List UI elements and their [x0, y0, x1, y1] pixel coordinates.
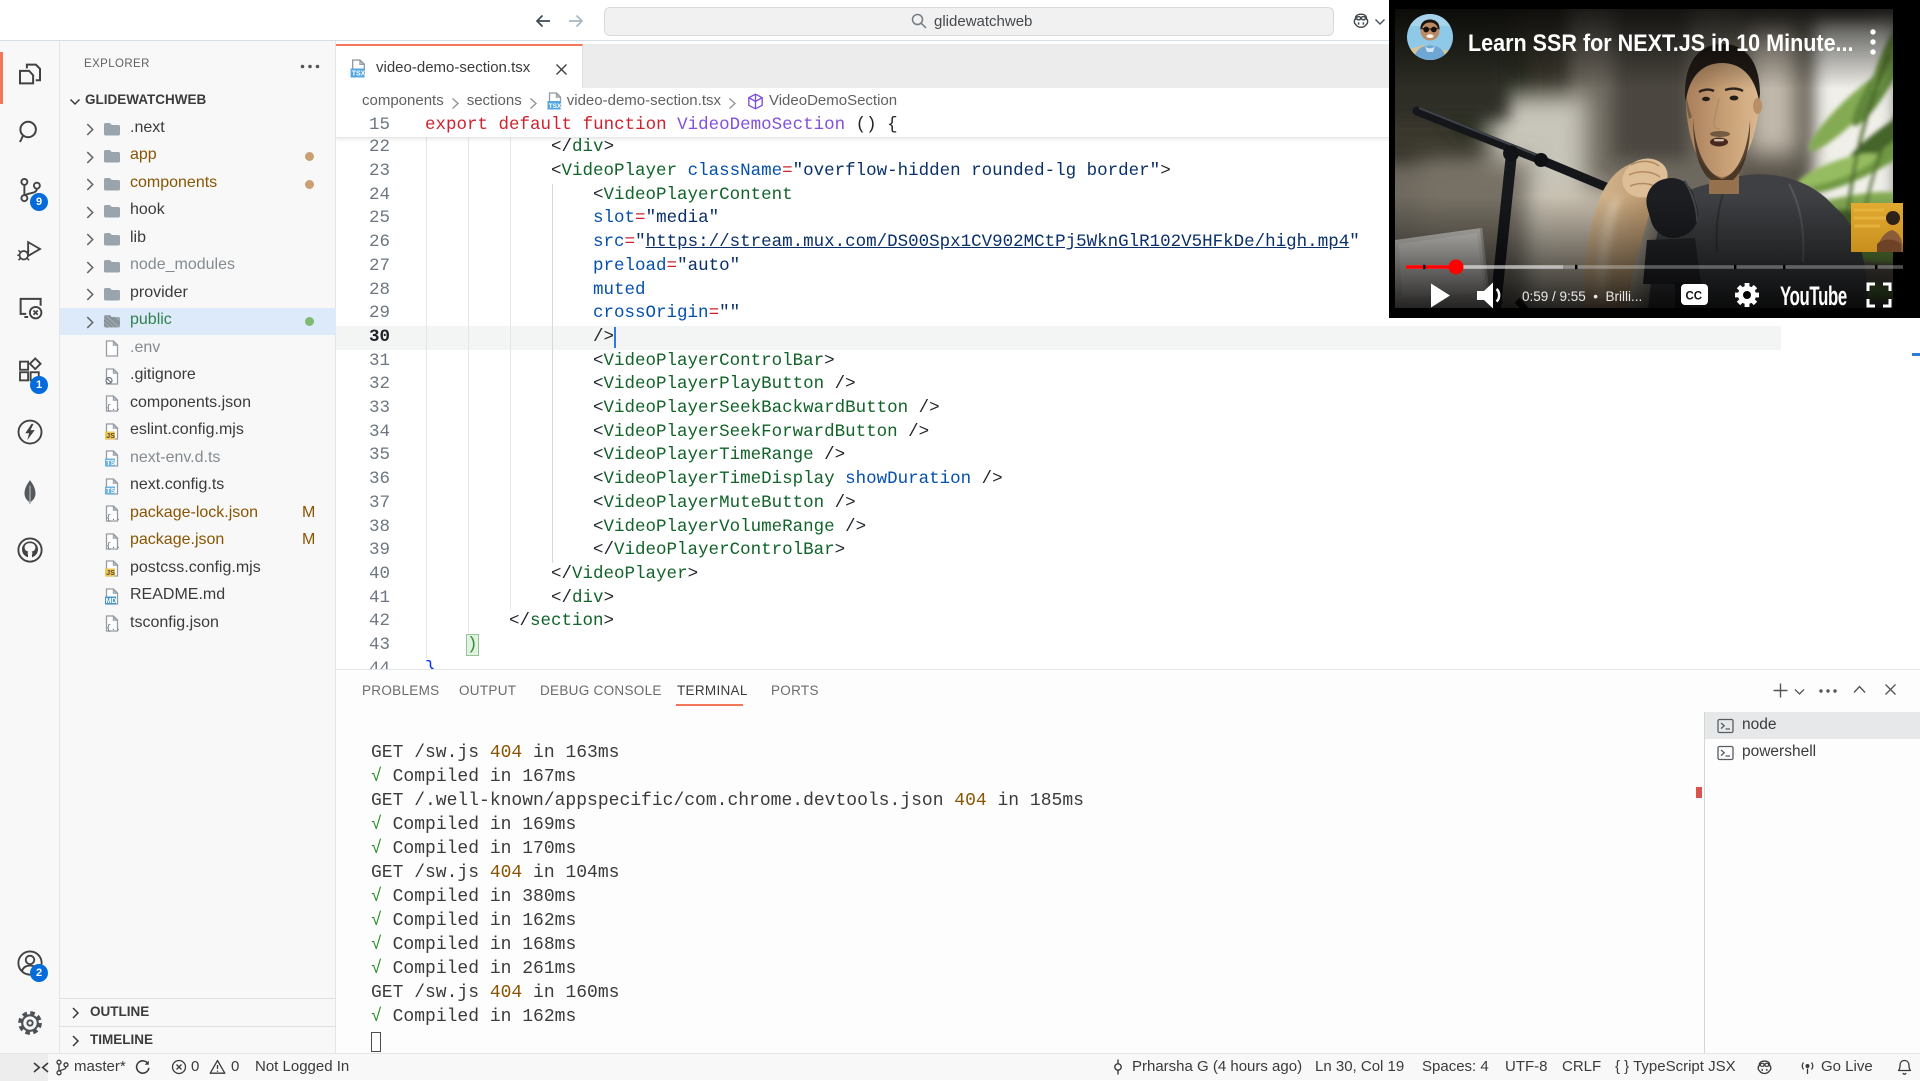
svg-text:Learn SSR for NEXT.JS in 10 Mi: Learn SSR for NEXT.JS in 10 Minute... [1468, 29, 1854, 57]
svg-text:CC: CC [1686, 291, 1703, 303]
svg-text:JS: JS [106, 570, 115, 577]
svg-text:JS: JS [106, 433, 115, 440]
svg-text:YouTube: YouTube [1780, 281, 1847, 311]
svg-text:TSX: TSX [548, 103, 561, 110]
svg-text:TSX: TSX [352, 71, 366, 78]
svg-text:TS: TS [106, 488, 115, 495]
svg-text:{..}: {..} [106, 514, 120, 523]
svg-text:{..}: {..} [106, 542, 120, 551]
svg-text:{..}: {..} [106, 624, 120, 633]
svg-text:0:59 / 9:55 • Brilli...: 0:59 / 9:55 • Brilli... [1522, 289, 1642, 304]
svg-text:TS: TS [106, 460, 115, 467]
svg-text:MD: MD [106, 598, 117, 605]
svg-text:{..}: {..} [106, 404, 120, 413]
